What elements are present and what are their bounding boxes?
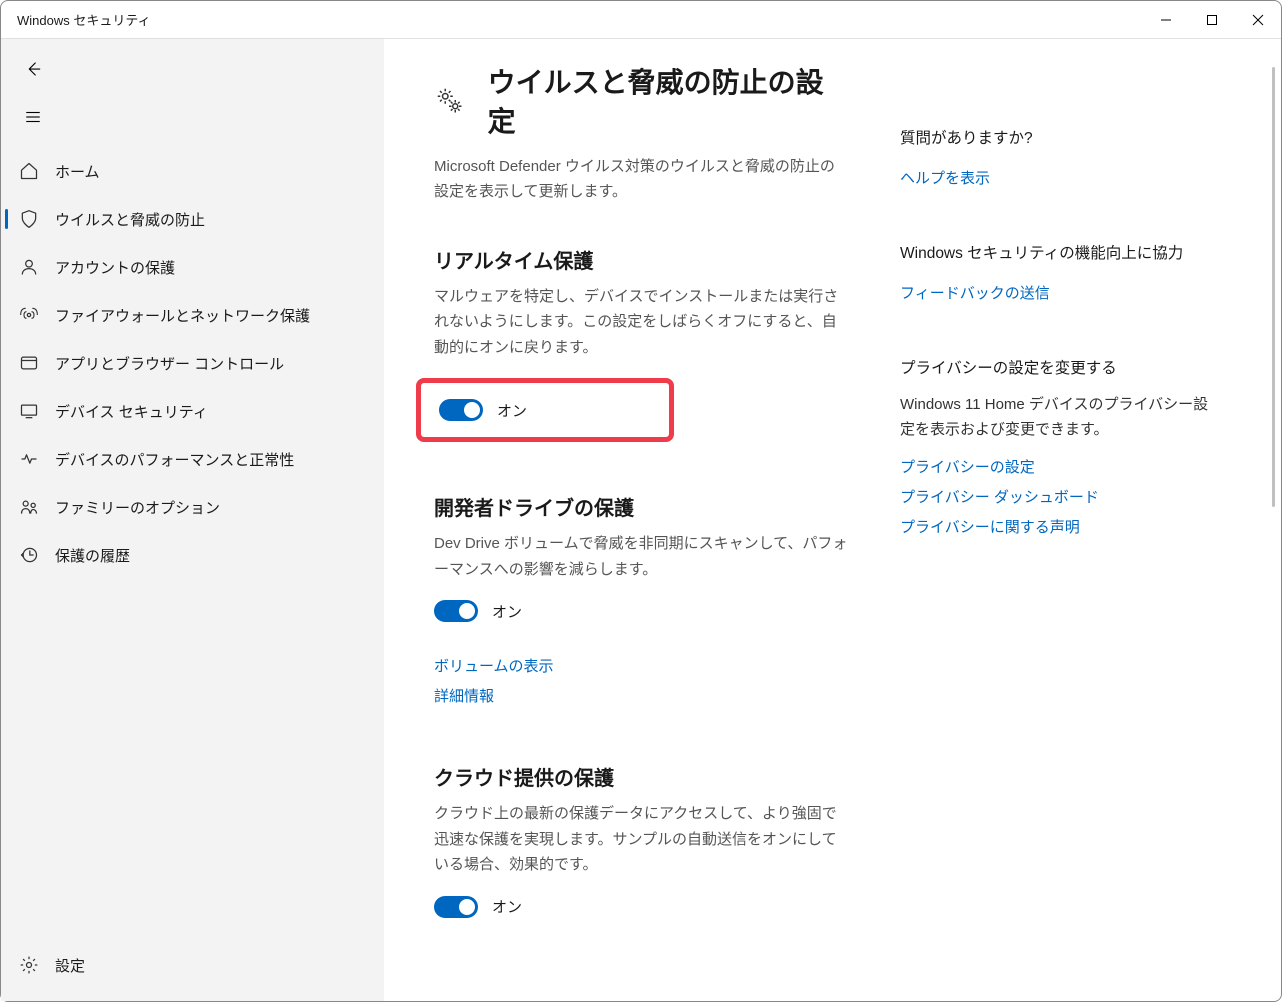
link-get-help[interactable]: ヘルプを表示 — [900, 164, 1210, 194]
sidebar-item-label: アプリとブラウザー コントロール — [55, 353, 284, 374]
content: ウイルスと脅威の防止の設定 Microsoft Defender ウイルス対策の… — [384, 39, 1281, 1001]
sidebar-item-label: 保護の履歴 — [55, 545, 130, 566]
sidebar-item-label: ホーム — [55, 161, 100, 182]
main-column: ウイルスと脅威の防止の設定 Microsoft Defender ウイルス対策の… — [434, 63, 864, 977]
devdrive-toggle[interactable] — [434, 600, 478, 622]
close-icon — [1252, 14, 1264, 26]
link-view-volumes[interactable]: ボリュームの表示 — [434, 652, 848, 682]
window-controls — [1143, 1, 1281, 39]
window-title: Windows セキュリティ — [17, 10, 151, 29]
device-icon — [19, 401, 39, 421]
feedback-heading: Windows セキュリティの機能向上に協力 — [900, 242, 1210, 267]
hamburger-icon — [24, 108, 42, 126]
sidebar-item-perf[interactable]: デバイスのパフォーマンスと正常性 — [5, 435, 380, 483]
sidebar-item-label: 設定 — [55, 955, 85, 976]
minimize-button[interactable] — [1143, 1, 1189, 39]
sidebar-item-label: アカウントの保護 — [55, 257, 175, 278]
history-icon — [19, 545, 39, 565]
section-devdrive: 開発者ドライブの保護 Dev Drive ボリュームで脅威を非同期にスキャンして… — [434, 492, 848, 712]
sidebar-item-history[interactable]: 保護の履歴 — [5, 531, 380, 579]
maximize-icon — [1206, 14, 1218, 26]
toggle-label: オン — [492, 601, 522, 622]
settings-gear-icon — [434, 85, 470, 118]
sidebar-item-label: ファミリーのオプション — [55, 497, 220, 518]
link-privacy-dashboard[interactable]: プライバシー ダッシュボード — [900, 483, 1210, 513]
scrollbar[interactable] — [1272, 67, 1275, 507]
sidebar: ホーム ウイルスと脅威の防止 アカウントの保護 ファイアウォールとネットワーク保… — [1, 39, 384, 1001]
sidebar-item-label: ウイルスと脅威の防止 — [55, 209, 205, 230]
toggle-label: オン — [497, 400, 527, 421]
sidebar-item-settings[interactable]: 設定 — [5, 941, 380, 989]
account-icon — [19, 257, 39, 277]
section-title: 開発者ドライブの保護 — [434, 492, 848, 521]
privacy-section: プライバシーの設定を変更する Windows 11 Home デバイスのプライバ… — [900, 357, 1210, 543]
page-subtitle: Microsoft Defender ウイルス対策のウイルスと脅威の防止の設定を… — [434, 155, 848, 205]
link-privacy-statement[interactable]: プライバシーに関する声明 — [900, 513, 1210, 543]
privacy-sub: Windows 11 Home デバイスのプライバシー設定を表示および変更できま… — [900, 393, 1210, 443]
sidebar-item-family[interactable]: ファミリーのオプション — [5, 483, 380, 531]
section-cloud: クラウド提供の保護 クラウド上の最新の保護データにアクセスして、より強固で迅速な… — [434, 762, 848, 918]
help-heading: 質問がありますか? — [900, 127, 1210, 152]
link-send-feedback[interactable]: フィードバックの送信 — [900, 279, 1210, 309]
firewall-icon — [19, 305, 39, 325]
back-arrow-icon — [24, 60, 42, 78]
page-title: ウイルスと脅威の防止の設定 — [488, 63, 848, 141]
sidebar-item-label: デバイス セキュリティ — [55, 401, 208, 422]
shield-icon — [19, 209, 39, 229]
menu-button[interactable] — [13, 97, 53, 137]
section-desc: クラウド上の最新の保護データにアクセスして、より強固で迅速な保護を実現します。サ… — [434, 801, 848, 878]
realtime-toggle[interactable] — [439, 399, 483, 421]
section-title: リアルタイム保護 — [434, 245, 848, 274]
section-realtime: リアルタイム保護 マルウェアを特定し、デバイスでインストールまたは実行されないよ… — [434, 245, 848, 443]
health-icon — [19, 449, 39, 469]
sidebar-item-appbrowser[interactable]: アプリとブラウザー コントロール — [5, 339, 380, 387]
feedback-section: Windows セキュリティの機能向上に協力 フィードバックの送信 — [900, 242, 1210, 309]
maximize-button[interactable] — [1189, 1, 1235, 39]
titlebar: Windows セキュリティ — [1, 1, 1281, 39]
help-section: 質問がありますか? ヘルプを表示 — [900, 127, 1210, 194]
home-icon — [19, 161, 39, 181]
toggle-label: オン — [492, 896, 522, 917]
link-more-info[interactable]: 詳細情報 — [434, 682, 848, 712]
sidebar-item-device[interactable]: デバイス セキュリティ — [5, 387, 380, 435]
app-browser-icon — [19, 353, 39, 373]
family-icon — [19, 497, 39, 517]
right-column: 質問がありますか? ヘルプを表示 Windows セキュリティの機能向上に協力 … — [900, 63, 1210, 977]
sidebar-item-home[interactable]: ホーム — [5, 147, 380, 195]
sidebar-item-label: ファイアウォールとネットワーク保護 — [55, 305, 310, 326]
back-button[interactable] — [13, 49, 53, 89]
sidebar-item-label: デバイスのパフォーマンスと正常性 — [55, 449, 294, 470]
sidebar-item-virus[interactable]: ウイルスと脅威の防止 — [5, 195, 380, 243]
section-desc: Dev Drive ボリュームで脅威を非同期にスキャンして、パフォーマンスへの影… — [434, 531, 848, 582]
section-desc: マルウェアを特定し、デバイスでインストールまたは実行されないようにします。この設… — [434, 284, 848, 361]
gear-icon — [19, 955, 39, 975]
section-title: クラウド提供の保護 — [434, 762, 848, 791]
link-privacy-settings[interactable]: プライバシーの設定 — [900, 453, 1210, 483]
minimize-icon — [1160, 14, 1172, 26]
sidebar-item-firewall[interactable]: ファイアウォールとネットワーク保護 — [5, 291, 380, 339]
nav: ホーム ウイルスと脅威の防止 アカウントの保護 ファイアウォールとネットワーク保… — [1, 147, 384, 941]
close-button[interactable] — [1235, 1, 1281, 39]
highlight-box: オン — [416, 378, 674, 442]
privacy-heading: プライバシーの設定を変更する — [900, 357, 1210, 382]
sidebar-item-account[interactable]: アカウントの保護 — [5, 243, 380, 291]
cloud-toggle[interactable] — [434, 896, 478, 918]
